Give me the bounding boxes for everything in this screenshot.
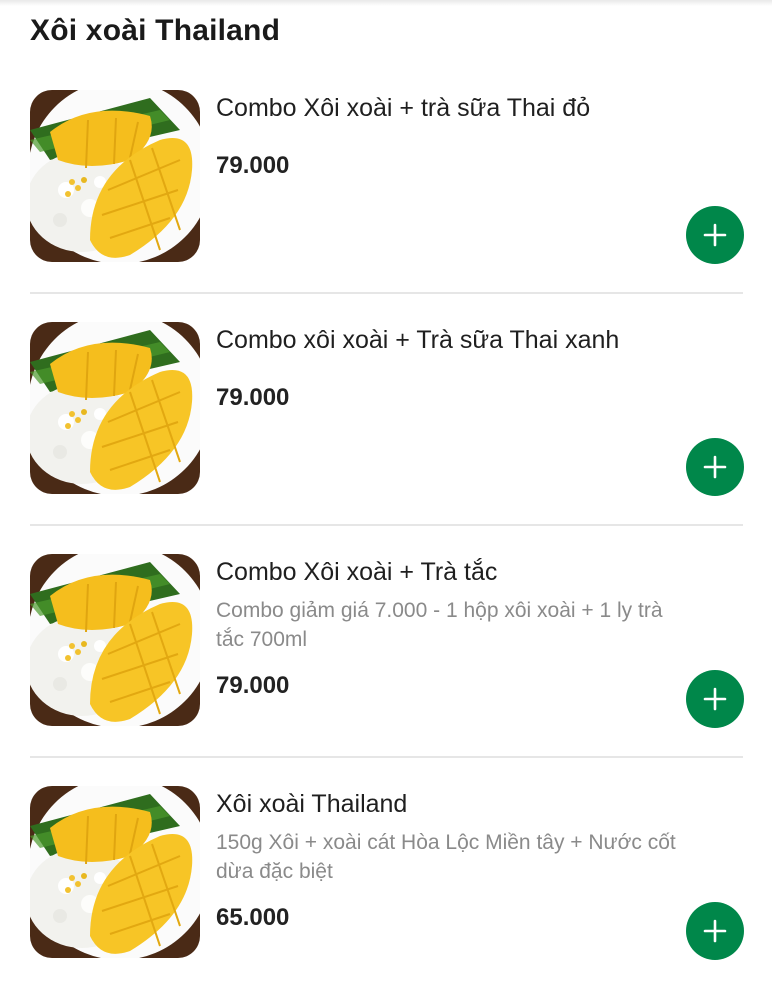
- food-image[interactable]: [30, 322, 200, 494]
- menu-item[interactable]: Combo xôi xoài + Trà sữa Thai xanh 79.00…: [30, 292, 744, 526]
- item-price: 79.000: [216, 672, 290, 699]
- food-image[interactable]: [30, 786, 200, 958]
- menu-item[interactable]: Combo Xôi xoài + Trà tắc Combo giảm giá …: [30, 524, 744, 758]
- item-price: 79.000: [216, 384, 290, 411]
- add-to-cart-button[interactable]: [686, 438, 744, 496]
- item-name[interactable]: Combo Xôi xoài + trà sữa Thai đỏ: [216, 94, 590, 123]
- plus-icon: [703, 455, 727, 479]
- item-description: 150g Xôi + xoài cát Hòa Lộc Miền tây + N…: [216, 831, 676, 883]
- plus-icon: [703, 223, 727, 247]
- item-name[interactable]: Combo xôi xoài + Trà sữa Thai xanh: [216, 326, 619, 355]
- menu-item[interactable]: Combo Xôi xoài + trà sữa Thai đỏ 79.000: [30, 60, 744, 294]
- item-name[interactable]: Combo Xôi xoài + Trà tắc: [216, 558, 497, 587]
- menu-item[interactable]: Xôi xoài Thailand 150g Xôi + xoài cát Hò…: [30, 756, 744, 988]
- add-to-cart-button[interactable]: [686, 206, 744, 264]
- plus-icon: [703, 919, 727, 943]
- add-to-cart-button[interactable]: [686, 670, 744, 728]
- food-image[interactable]: [30, 554, 200, 726]
- item-price: 79.000: [216, 152, 290, 179]
- food-image[interactable]: [30, 90, 200, 262]
- item-price: 65.000: [216, 904, 290, 931]
- plus-icon: [703, 687, 727, 711]
- item-name[interactable]: Xôi xoài Thailand: [216, 790, 407, 819]
- item-description: Combo giảm giá 7.000 - 1 hộp xôi xoài + …: [216, 599, 663, 651]
- add-to-cart-button[interactable]: [686, 902, 744, 960]
- menu-item-list: Combo Xôi xoài + trà sữa Thai đỏ 79.000: [0, 0, 772, 980]
